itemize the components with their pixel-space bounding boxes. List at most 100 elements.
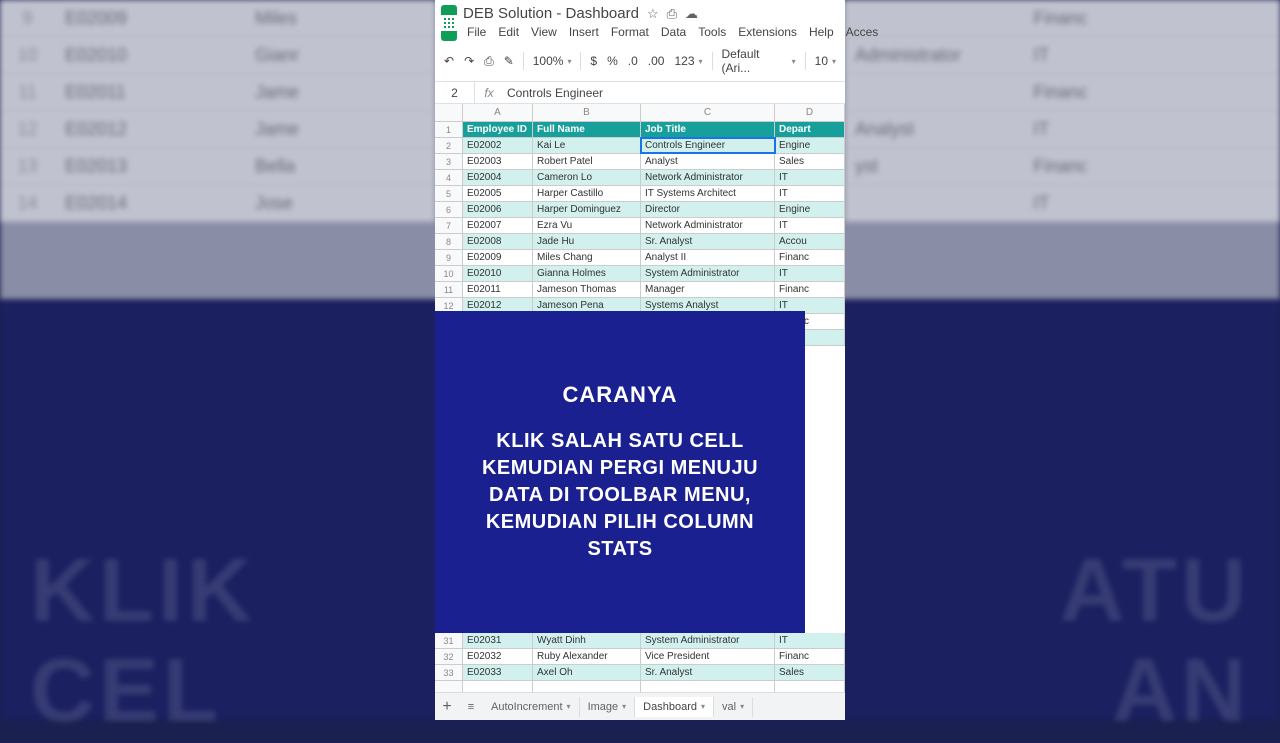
cell[interactable]: E02032 xyxy=(463,649,533,664)
cell[interactable]: Director xyxy=(641,202,775,217)
menu-item-acces[interactable]: Acces xyxy=(842,23,883,41)
col-header-C[interactable]: C xyxy=(641,104,775,121)
cell[interactable]: Manager xyxy=(641,282,775,297)
cell[interactable]: Ruby Alexander xyxy=(533,649,641,664)
col-header-A[interactable]: A xyxy=(463,104,533,121)
tab-dashboard[interactable]: Dashboard xyxy=(635,697,714,717)
cell[interactable]: IT xyxy=(775,266,845,281)
menu-item-tools[interactable]: Tools xyxy=(694,23,730,41)
tab-val[interactable]: val xyxy=(714,697,753,717)
cell[interactable]: E02008 xyxy=(463,234,533,249)
print-icon[interactable]: ⎙ xyxy=(481,52,497,71)
cell[interactable]: Jade Hu xyxy=(533,234,641,249)
row-header[interactable]: 6 xyxy=(435,202,463,217)
cell[interactable]: Job Title xyxy=(641,122,775,137)
dec-increase-button[interactable]: .00 xyxy=(645,52,668,70)
row-header[interactable]: 8 xyxy=(435,234,463,249)
select-all-corner[interactable] xyxy=(435,104,463,121)
cell[interactable]: Harper Castillo xyxy=(533,186,641,201)
menu-item-view[interactable]: View xyxy=(527,23,561,41)
cell[interactable]: E02004 xyxy=(463,170,533,185)
cell[interactable]: Robert Patel xyxy=(533,154,641,169)
row-header[interactable]: 3 xyxy=(435,154,463,169)
cell[interactable]: E02003 xyxy=(463,154,533,169)
menu-item-file[interactable]: File xyxy=(463,23,490,41)
font-size-dropdown[interactable]: 10 xyxy=(812,52,839,70)
format-dropdown[interactable]: 123 xyxy=(671,52,705,70)
row-header[interactable]: 33 xyxy=(435,665,463,680)
formula-value[interactable]: Controls Engineer xyxy=(503,86,603,100)
cell[interactable]: E02009 xyxy=(463,250,533,265)
cell[interactable]: Wyatt Dinh xyxy=(533,633,641,648)
undo-icon[interactable]: ↶ xyxy=(441,52,457,70)
cell[interactable]: Vice President xyxy=(641,649,775,664)
dec-decrease-button[interactable]: .0 xyxy=(625,52,641,70)
row-header[interactable]: 4 xyxy=(435,170,463,185)
cell[interactable]: IT xyxy=(775,218,845,233)
row-header[interactable]: 9 xyxy=(435,250,463,265)
row-header[interactable]: 2 xyxy=(435,138,463,153)
sheets-logo-icon[interactable] xyxy=(441,5,457,41)
menu-item-insert[interactable]: Insert xyxy=(565,23,603,41)
cell[interactable]: Ezra Vu xyxy=(533,218,641,233)
cell[interactable]: Miles Chang xyxy=(533,250,641,265)
cell[interactable]: E02033 xyxy=(463,665,533,680)
cell-reference[interactable]: 2 xyxy=(435,82,475,103)
row-header[interactable]: 11 xyxy=(435,282,463,297)
doc-title[interactable]: DEB Solution - Dashboard xyxy=(463,5,639,22)
cell[interactable]: Sr. Analyst xyxy=(641,665,775,680)
cell[interactable]: Network Administrator xyxy=(641,218,775,233)
menu-item-data[interactable]: Data xyxy=(657,23,690,41)
cell[interactable]: Financ xyxy=(775,649,845,664)
cell[interactable]: Sr. Analyst xyxy=(641,234,775,249)
row-header[interactable]: 1 xyxy=(435,122,463,137)
cell[interactable]: E02002 xyxy=(463,138,533,153)
paint-icon[interactable]: ✎ xyxy=(501,52,517,70)
move-icon[interactable]: ⎙ xyxy=(667,6,677,22)
cell[interactable]: E02011 xyxy=(463,282,533,297)
cell[interactable]: IT xyxy=(775,170,845,185)
cell[interactable]: System Administrator xyxy=(641,266,775,281)
star-icon[interactable]: ☆ xyxy=(647,6,659,22)
menu-item-format[interactable]: Format xyxy=(607,23,653,41)
cell[interactable]: Engine xyxy=(775,138,845,153)
tab-autoincrement[interactable]: AutoIncrement xyxy=(483,697,580,717)
cell[interactable]: E02010 xyxy=(463,266,533,281)
percent-button[interactable]: % xyxy=(604,52,621,70)
row-header[interactable]: 31 xyxy=(435,633,463,648)
cell[interactable]: IT xyxy=(775,186,845,201)
menu-item-edit[interactable]: Edit xyxy=(494,23,523,41)
col-header-D[interactable]: D xyxy=(775,104,845,121)
cell[interactable]: IT Systems Architect xyxy=(641,186,775,201)
row-header[interactable]: 5 xyxy=(435,186,463,201)
zoom-dropdown[interactable]: 100% xyxy=(530,52,575,70)
all-sheets-icon[interactable]: ≡ xyxy=(459,701,483,713)
col-header-B[interactable]: B xyxy=(533,104,641,121)
add-sheet-icon[interactable]: + xyxy=(435,698,459,716)
cell[interactable]: Financ xyxy=(775,250,845,265)
cell[interactable]: Cameron Lo xyxy=(533,170,641,185)
cell[interactable]: Analyst II xyxy=(641,250,775,265)
cell[interactable]: Engine xyxy=(775,202,845,217)
cell[interactable]: System Administrator xyxy=(641,633,775,648)
row-header[interactable]: 7 xyxy=(435,218,463,233)
cell[interactable]: Financ xyxy=(775,282,845,297)
cell[interactable]: Controls Engineer xyxy=(641,138,775,153)
row-header[interactable]: 32 xyxy=(435,649,463,664)
cloud-icon[interactable]: ☁ xyxy=(685,6,698,22)
cell[interactable]: Axel Oh xyxy=(533,665,641,680)
currency-button[interactable]: $ xyxy=(587,52,600,70)
menu-item-extensions[interactable]: Extensions xyxy=(734,23,801,41)
redo-icon[interactable]: ↷ xyxy=(461,52,477,70)
cell[interactable]: Jameson Thomas xyxy=(533,282,641,297)
cell[interactable]: Analyst xyxy=(641,154,775,169)
cell[interactable]: Sales xyxy=(775,154,845,169)
cell[interactable]: Kai Le xyxy=(533,138,641,153)
cell[interactable]: E02007 xyxy=(463,218,533,233)
menu-item-help[interactable]: Help xyxy=(805,23,838,41)
cell[interactable]: Gianna Holmes xyxy=(533,266,641,281)
font-dropdown[interactable]: Default (Ari... xyxy=(718,45,798,77)
row-header[interactable]: 10 xyxy=(435,266,463,281)
tab-image[interactable]: Image xyxy=(580,697,636,717)
cell[interactable]: Full Name xyxy=(533,122,641,137)
